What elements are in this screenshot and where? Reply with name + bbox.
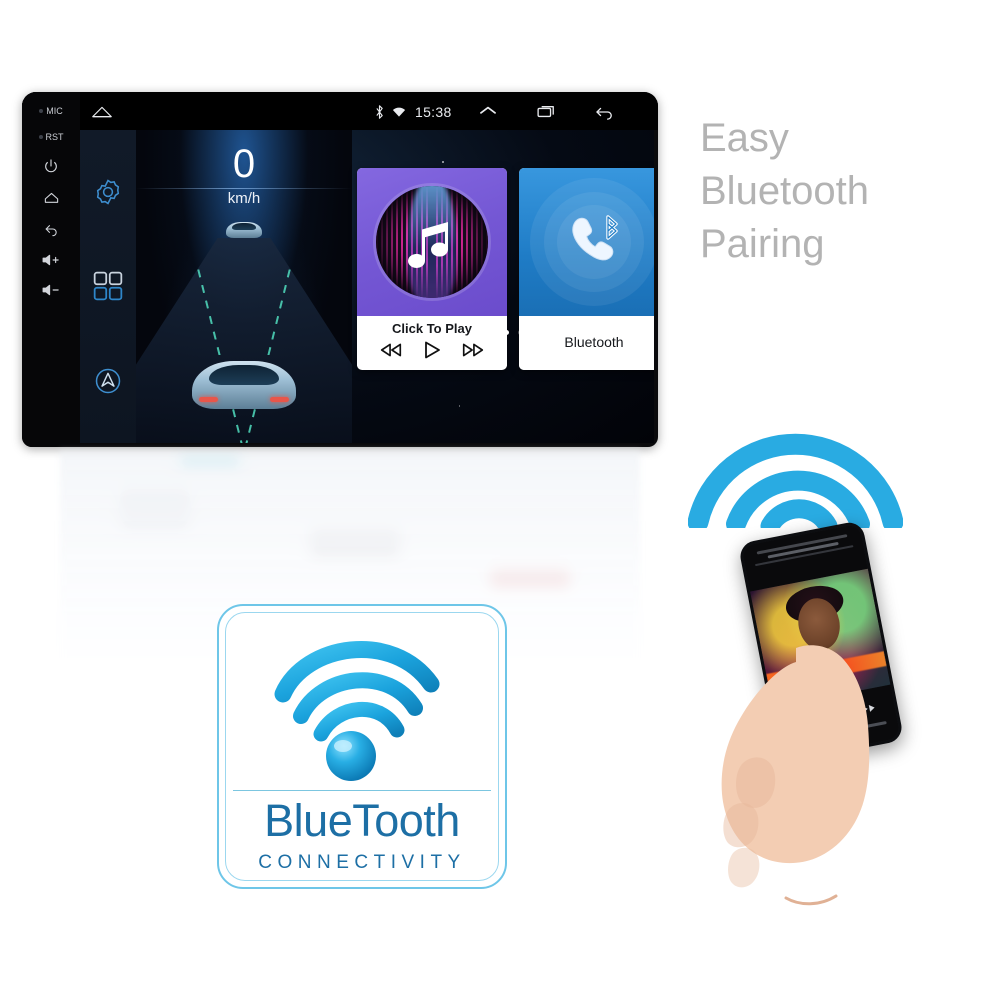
car-graphic-near: [192, 361, 296, 409]
speed-unit: km/h: [227, 190, 261, 207]
hand-graphic: [721, 645, 870, 906]
page-dot-active[interactable]: [503, 330, 509, 335]
app-tile-row: Click To Play Bluetooth: [357, 168, 654, 370]
next-track-button[interactable]: [460, 341, 486, 359]
road-graphic: [136, 238, 352, 443]
wifi-icon: [392, 106, 406, 118]
marketing-image: MIC RST 15:38 0 km/h Click To Play Bluet…: [0, 0, 1000, 1000]
chevron-up-icon[interactable]: [478, 104, 498, 120]
headline-line-3: Pairing: [700, 221, 825, 266]
onscreen-sidebar: [80, 130, 136, 443]
music-tile-footer: Click To Play: [357, 316, 507, 366]
mic-hole-icon: [39, 109, 44, 113]
reset-hole-icon: [38, 135, 43, 139]
back-arrow-icon[interactable]: [594, 104, 616, 120]
recents-icon[interactable]: [536, 104, 558, 120]
touchscreen[interactable]: 0 km/h Click To Play Bluetooth: [80, 130, 654, 443]
bluetooth-tile-label: Bluetooth: [564, 334, 624, 350]
badge-divider: [233, 790, 491, 791]
phone-bluetooth-icon: [559, 210, 629, 274]
bluetooth-wordmark: BlueTooth: [264, 795, 460, 846]
speed-value: 0: [232, 142, 256, 186]
smartphone-in-hand: [700, 520, 935, 940]
album-artwork: [376, 186, 488, 298]
clock: 15:38: [415, 104, 452, 120]
horizon-line: [136, 188, 352, 189]
bluetooth-signal-arcs: [688, 406, 903, 528]
status-bar: 15:38: [84, 96, 654, 128]
volume-up-button[interactable]: [41, 253, 61, 267]
mic-label: MIC: [39, 106, 63, 116]
reset-label: RST: [38, 132, 64, 142]
sidebar-item-navigation[interactable]: [91, 364, 125, 398]
transport-controls: [357, 336, 507, 360]
home-button[interactable]: [43, 190, 60, 205]
play-button[interactable]: [422, 340, 442, 360]
speedometer-widget[interactable]: 0 km/h: [136, 130, 352, 443]
back-button[interactable]: [43, 221, 60, 237]
car-stereo-head-unit: MIC RST 15:38 0 km/h Click To Play Bluet…: [22, 92, 658, 447]
music-note-icon: [403, 211, 461, 273]
headline-line-1: Easy: [700, 116, 789, 160]
page-indicator: [357, 330, 654, 335]
sidebar-item-settings[interactable]: [91, 175, 125, 209]
power-button[interactable]: [43, 158, 59, 174]
music-album-art: [357, 168, 507, 316]
home-outline-icon[interactable]: [90, 104, 114, 120]
lane-marking-right: [193, 253, 245, 443]
rst-text: RST: [45, 132, 64, 142]
bluetooth-connectivity-waves-icon: [265, 628, 465, 786]
bluetooth-connectivity-badge: BlueTooth CONNECTIVITY: [217, 604, 507, 889]
bluetooth-subtitle: CONNECTIVITY: [258, 852, 466, 873]
headline-line-2: Bluetooth: [700, 168, 870, 213]
hardware-button-bezel: MIC RST: [22, 92, 80, 447]
lane-marking-left: [243, 253, 295, 443]
mic-text: MIC: [46, 106, 63, 116]
bluetooth-tile-art: [519, 168, 654, 316]
page-dot[interactable]: [517, 330, 523, 335]
bluetooth-icon: [374, 104, 385, 120]
music-tile[interactable]: Click To Play: [357, 168, 507, 370]
car-graphic-far: [226, 222, 262, 238]
previous-track-button[interactable]: [378, 341, 404, 359]
bluetooth-tile-footer: Bluetooth: [519, 316, 654, 370]
volume-down-button[interactable]: [41, 283, 61, 297]
page-title: Easy Bluetooth Pairing: [700, 112, 970, 270]
bluetooth-tile[interactable]: Bluetooth: [519, 168, 654, 370]
sidebar-item-apps[interactable]: [92, 270, 124, 302]
